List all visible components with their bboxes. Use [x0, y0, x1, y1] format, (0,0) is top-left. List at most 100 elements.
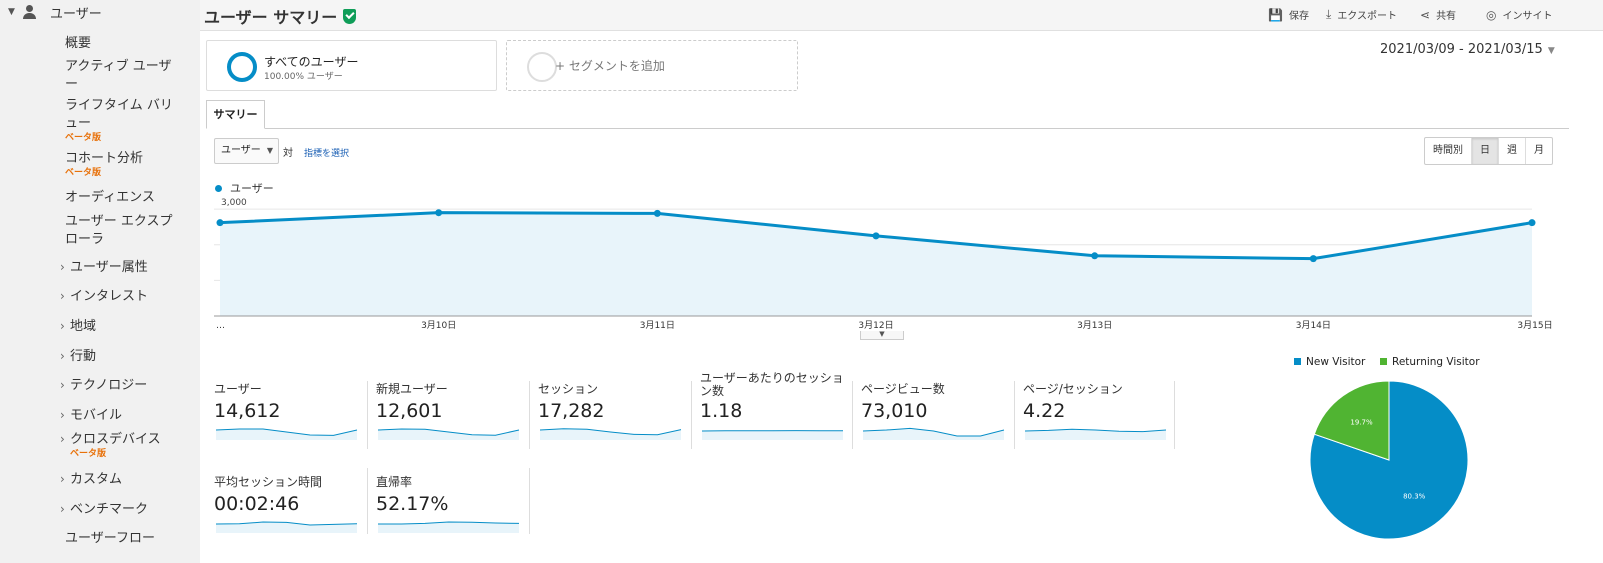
page-title: ユーザー サマリー	[204, 4, 357, 28]
share-icon: ⋖	[1420, 7, 1431, 22]
x-tick-label: …	[216, 321, 225, 331]
metric-label: 直帰率	[376, 475, 413, 489]
granularity-toggle: 時間別 日 週 月	[1424, 137, 1553, 165]
metric-label: ページビュー数	[861, 382, 945, 396]
metric-divider	[529, 381, 530, 449]
tab-summary[interactable]: サマリー	[206, 100, 265, 129]
sidebar-section-label: ユーザー	[50, 6, 102, 22]
sidebar-item-behavior[interactable]: 行動	[60, 347, 185, 366]
metric-value: 4.22	[1023, 400, 1066, 422]
metric-tile: セッション 17,282	[538, 372, 688, 442]
legend-swatch	[1380, 358, 1387, 365]
person-icon	[22, 5, 36, 19]
share-button[interactable]: ⋖ 共有	[1420, 7, 1456, 23]
data-point	[1528, 219, 1536, 227]
chart-legend: ユーザー	[215, 180, 274, 196]
metric-divider	[1014, 381, 1015, 449]
metric-value: 73,010	[861, 400, 928, 422]
segment-name: すべてのユーザー	[264, 55, 359, 69]
caret-down-icon: ▼	[8, 7, 15, 17]
slice-label: 19.7%	[1350, 418, 1373, 426]
legend-label: Returning Visitor	[1392, 356, 1480, 368]
metric-divider	[1174, 381, 1175, 449]
sidebar-item-mobile[interactable]: モバイル	[60, 406, 185, 425]
gran-day[interactable]: 日	[1471, 138, 1498, 164]
legend-label: ユーザー	[230, 182, 274, 195]
sidebar-item-interests[interactable]: インタレスト	[60, 287, 185, 306]
sidebar-item-cross-device[interactable]: クロスデバイスベータ版	[60, 430, 185, 459]
x-tick-label: 3月11日	[640, 320, 675, 331]
metric-divider	[367, 468, 368, 534]
gran-hourly[interactable]: 時間別	[1425, 138, 1471, 164]
metric-select[interactable]: ユーザー ▼	[214, 138, 279, 164]
sidebar-item-overview[interactable]: 概要	[65, 35, 190, 53]
metric-label: 平均セッション時間	[214, 475, 323, 489]
segment-ring-icon	[227, 52, 257, 82]
sidebar-item-custom[interactable]: カスタム	[60, 470, 185, 489]
sidebar-item-audiences[interactable]: オーディエンス	[65, 189, 190, 207]
sidebar-item-demographics[interactable]: ユーザー属性	[60, 258, 185, 277]
visitor-pie-chart: New Visitor Returning Visitor 80.3% 19.7%	[1294, 356, 1480, 540]
dropdown-arrow-icon: ▼	[1547, 46, 1555, 56]
metric-divider	[367, 381, 368, 449]
sidebar-item-active-users[interactable]: アクティブ ユーザー	[65, 58, 190, 94]
dropdown-arrow-icon: ▼	[266, 146, 273, 155]
sidebar-item-technology[interactable]: テクノロジー	[60, 376, 185, 395]
slice-label: 80.3%	[1403, 492, 1426, 500]
download-icon: ⤓	[1326, 7, 1332, 21]
save-button[interactable]: 💾 保存	[1268, 7, 1309, 23]
legend-swatch	[1294, 358, 1301, 365]
sidebar-item-geo[interactable]: 地域	[60, 317, 185, 336]
chart-collapse-toggle[interactable]: ▼	[860, 331, 904, 340]
sidebar-item-user-explorer[interactable]: ユーザー エクスプ ローラ	[65, 213, 190, 249]
metric-label: 新規ユーザー	[376, 382, 448, 396]
tab-divider	[206, 128, 1569, 129]
sidebar-item-benchmark[interactable]: ベンチマーク	[60, 500, 185, 519]
metric-value: 12,601	[376, 400, 443, 422]
metric-tile: ユーザー 14,612	[214, 372, 364, 442]
data-point	[216, 219, 224, 227]
gran-month[interactable]: 月	[1525, 138, 1552, 164]
data-point	[1091, 252, 1099, 260]
metric-value: 1.18	[700, 400, 743, 422]
select-metric-link[interactable]: 指標を選択	[304, 146, 349, 159]
sparkline-fill	[702, 430, 843, 440]
date-range-picker[interactable]: 2021/03/09 - 2021/03/15 ▼	[1380, 42, 1555, 57]
segment-percent: 100.00% ユーザー	[264, 72, 343, 82]
beta-badge: ベータ版	[65, 133, 102, 143]
save-icon: 💾	[1268, 7, 1283, 22]
sparkline	[378, 521, 520, 533]
metric-label: セッション	[538, 382, 599, 396]
y-tick-label: 3,000	[221, 198, 247, 208]
metric-divider	[529, 468, 530, 534]
sidebar: ▼ ユーザー 概要 アクティブ ユーザー ライフタイム バリ ュー ベータ版 コホー…	[0, 0, 200, 563]
add-segment[interactable]: + セグメントを追加	[506, 40, 798, 91]
verified-shield-icon	[343, 8, 357, 24]
export-button[interactable]: ⤓ エクスポート	[1326, 7, 1397, 22]
users-line-chart: 3,0002,0001,000…3月10日3月11日3月12日3月13日3月14…	[214, 198, 1553, 331]
sparkline	[701, 430, 843, 440]
data-point	[653, 209, 661, 217]
data-point	[872, 232, 880, 240]
metric-value: 52.17%	[376, 493, 449, 515]
sidebar-item-cohort[interactable]: コホート分析 ベータ版	[65, 150, 190, 178]
metric-label: ページ/セッション	[1023, 382, 1123, 396]
beta-badge: ベータ版	[65, 168, 102, 178]
sidebar-section-users[interactable]: ▼ ユーザー	[8, 2, 102, 22]
sidebar-item-lifetime-value[interactable]: ライフタイム バリ ュー ベータ版	[65, 97, 190, 143]
x-tick-label: 3月14日	[1296, 320, 1331, 331]
metric-value: 14,612	[214, 400, 281, 422]
x-tick-label: 3月10日	[421, 320, 456, 331]
add-segment-label: + セグメントを追加	[555, 59, 665, 73]
gran-week[interactable]: 週	[1498, 138, 1525, 164]
sparkline	[215, 521, 358, 533]
vs-label: 対	[283, 148, 293, 159]
x-tick-label: 3月12日	[858, 320, 893, 331]
insight-icon: ◎	[1486, 7, 1497, 22]
report-header: ユーザー サマリー 💾 保存 ⤓ エクスポート ⋖ 共有 ◎ インサイト	[200, 0, 1603, 31]
insight-button[interactable]: ◎ インサイト	[1486, 7, 1552, 23]
segment-all-users[interactable]: すべてのユーザー 100.00% ユーザー	[206, 40, 497, 91]
metric-label: ユーザー	[214, 382, 262, 396]
metric-tile: 平均セッション時間 00:02:46	[214, 465, 364, 535]
sidebar-item-users-flow[interactable]: ユーザーフロー	[65, 530, 190, 548]
